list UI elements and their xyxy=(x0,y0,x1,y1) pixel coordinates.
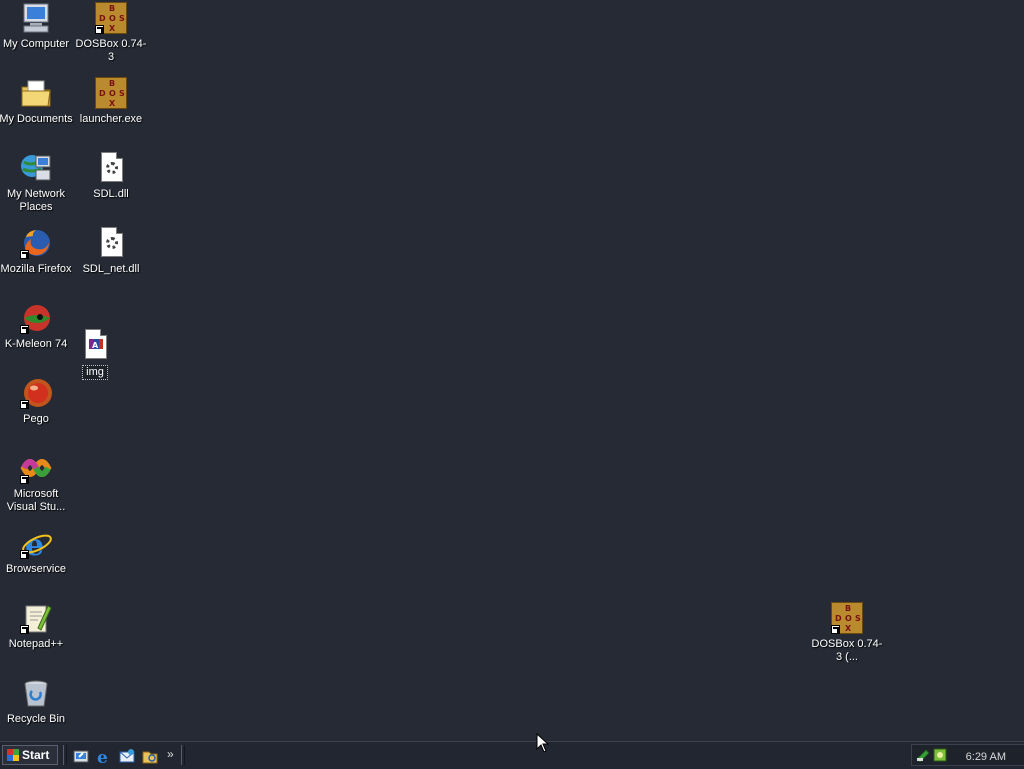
icon-label: SDL.dll xyxy=(93,188,129,200)
internet-explorer-icon[interactable]: e xyxy=(96,748,112,768)
desktop-icon-visual-studio[interactable]: Microsoft Visual Stu... xyxy=(0,452,74,514)
desktop-icon-launcher[interactable]: BDOSX launcher.exe xyxy=(73,77,149,126)
taskbar-divider xyxy=(181,745,185,765)
dosbox-icon: BDOSX xyxy=(831,602,863,634)
shortcut-arrow-icon xyxy=(20,250,29,259)
start-label: Start xyxy=(22,748,50,762)
system-tray: 6:29 AM xyxy=(911,744,1024,766)
recycle-bin-icon xyxy=(20,677,52,709)
desktop-icon-notepadpp[interactable]: Notepad++ xyxy=(0,602,74,651)
desktop-icon-my-documents[interactable]: My Documents xyxy=(0,77,74,126)
svg-text:e: e xyxy=(97,748,108,764)
icon-label: Mozilla Firefox xyxy=(0,263,72,275)
icon-label: My Computer xyxy=(2,38,70,50)
taskbar: Start e » 6:29 AM xyxy=(0,741,1024,769)
dosbox-icon: BDOSX xyxy=(95,2,127,34)
shortcut-arrow-icon xyxy=(95,25,104,34)
icon-label: Browservice xyxy=(6,563,66,575)
windows-explorer-icon[interactable] xyxy=(142,748,158,764)
icon-label: Microsoft Visual Stu... xyxy=(6,488,66,513)
icon-label: My Documents xyxy=(0,113,73,125)
desktop-icon-firefox[interactable]: Mozilla Firefox xyxy=(0,227,74,276)
start-button[interactable]: Start xyxy=(2,745,58,765)
dll-file-icon xyxy=(95,227,127,259)
desktop-icon-network-places[interactable]: My Network Places xyxy=(0,152,74,214)
shortcut-arrow-icon xyxy=(20,550,29,559)
desktop-icon-browservice[interactable]: e Browservice xyxy=(0,527,74,576)
icon-label: DOSBox 0.74-3 xyxy=(75,38,147,63)
desktop-icon-my-computer[interactable]: My Computer xyxy=(0,2,74,51)
icon-label: My Network Places xyxy=(6,188,66,213)
desktop-icon-img-file[interactable]: A img xyxy=(57,329,133,380)
icon-label-renaming[interactable]: img xyxy=(82,365,108,380)
icon-label: DOSBox 0.74-3 (... xyxy=(811,638,883,663)
folder-icon xyxy=(20,77,52,109)
tray-app-icon[interactable] xyxy=(916,748,930,763)
desktop-icon-dosbox[interactable]: BDOSX DOSBox 0.74-3 xyxy=(73,2,149,64)
desktop-icon-sdl-net-dll[interactable]: SDL_net.dll xyxy=(73,227,149,276)
shortcut-arrow-icon xyxy=(831,625,840,634)
internet-explorer-icon: e xyxy=(20,527,52,563)
shortcut-arrow-icon xyxy=(20,625,29,634)
icon-label: Notepad++ xyxy=(8,638,64,650)
desktop-icon-dosbox-copy[interactable]: BDOSX DOSBox 0.74-3 (... xyxy=(809,602,885,664)
shortcut-arrow-icon xyxy=(20,400,29,409)
quick-launch-overflow-button[interactable]: » xyxy=(167,747,174,761)
icon-label: launcher.exe xyxy=(79,113,143,125)
shortcut-arrow-icon xyxy=(20,325,29,334)
mouse-pointer-icon xyxy=(536,732,550,753)
network-icon xyxy=(20,152,52,184)
notepadpp-icon xyxy=(20,602,52,634)
desktop-icon-recycle-bin[interactable]: Recycle Bin xyxy=(0,677,74,726)
kmeleon-icon xyxy=(20,302,52,334)
show-desktop-icon[interactable] xyxy=(73,748,89,764)
computer-icon xyxy=(20,2,52,34)
pego-icon xyxy=(20,377,52,409)
desktop-icon-sdl-dll[interactable]: SDL.dll xyxy=(73,152,149,201)
taskbar-divider xyxy=(63,745,67,765)
icon-label: Pego xyxy=(23,413,49,425)
windows-logo-icon xyxy=(7,749,19,761)
icon-label: SDL_net.dll xyxy=(82,263,140,275)
tray-network-icon[interactable] xyxy=(933,748,947,762)
clock[interactable]: 6:29 AM xyxy=(966,751,1006,763)
desktop-icon-pego[interactable]: Pego xyxy=(0,377,74,426)
dosbox-icon: BDOSX xyxy=(95,77,127,109)
winrar-file-icon: A xyxy=(79,329,111,361)
dll-file-icon xyxy=(95,152,127,184)
svg-text:A: A xyxy=(92,341,99,350)
shortcut-arrow-icon xyxy=(20,475,29,484)
firefox-icon xyxy=(20,227,52,259)
visual-studio-icon xyxy=(20,452,52,484)
outlook-express-icon[interactable] xyxy=(119,748,135,764)
icon-label: Recycle Bin xyxy=(6,713,66,725)
